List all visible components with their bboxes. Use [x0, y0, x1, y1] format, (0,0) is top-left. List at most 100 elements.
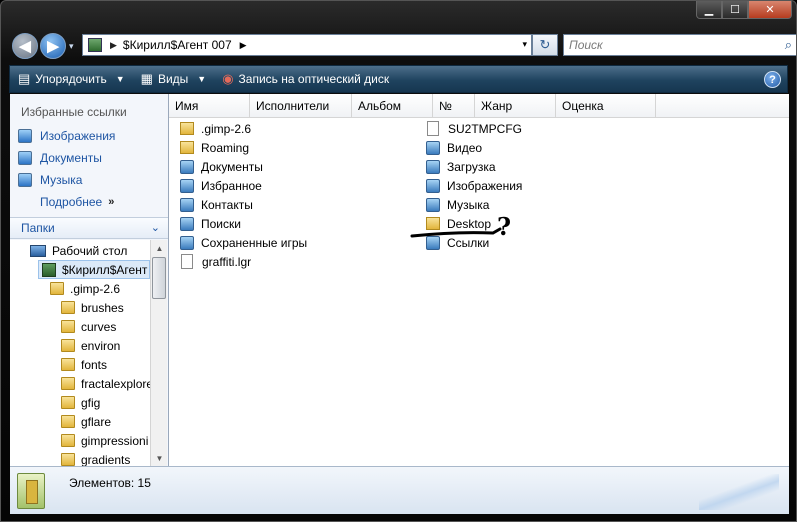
recent-pages-dropdown[interactable]: ▾ — [69, 41, 74, 52]
tree-item-label: gradients — [81, 452, 131, 467]
folder-tree-scrollbar[interactable]: ▲ ▼ — [150, 240, 167, 466]
file-item-desktop-folder[interactable]: Desktop — [426, 214, 491, 233]
file-item-label: graffiti.lgr — [202, 254, 252, 269]
search-input[interactable] — [569, 35, 769, 55]
contacts-icon — [180, 197, 194, 212]
file-item-contacts[interactable]: Контакты — [180, 195, 253, 214]
column-header-album[interactable]: Альбом — [352, 94, 433, 118]
minimize-button[interactable]: ▁ — [696, 1, 722, 19]
explorer-window: ▁ ☐ ✕ ◀ ▶ ▾ ▶ $Кирилл$Агент 007 ▶ ▾ ↻ ⌕ … — [0, 0, 797, 522]
column-header-genre[interactable]: Жанр — [475, 94, 556, 118]
search-icon[interactable]: ⌕ — [785, 37, 792, 53]
tree-item-folder[interactable]: fractalexplore — [61, 374, 150, 393]
scrollbar-thumb[interactable] — [152, 257, 166, 299]
file-item-music[interactable]: Музыка — [426, 195, 489, 214]
user-folder-icon — [88, 38, 102, 52]
file-item-downloads[interactable]: Загрузка — [426, 157, 496, 176]
folder-icon — [61, 358, 75, 371]
file-item-folder[interactable]: .gimp-2.6 — [180, 119, 251, 138]
file-item-videos[interactable]: Видео — [426, 138, 482, 157]
tree-item-folder[interactable]: brushes — [61, 298, 124, 317]
address-bar[interactable]: ▶ $Кирилл$Агент 007 ▶ ▾ — [82, 34, 532, 56]
command-bar: ▤ Упорядочить ▼ ▦ Виды ▼ ◉ Запись на опт… — [9, 65, 788, 93]
column-header-number[interactable]: № — [433, 94, 475, 118]
burn-disc-button[interactable]: ◉ Запись на оптический диск — [214, 66, 397, 92]
folder-icon — [426, 217, 440, 230]
folder-icon — [61, 453, 75, 466]
file-list: Имя Исполнители Альбом № Жанр Оценка .gi… — [169, 94, 789, 466]
file-item-documents[interactable]: Документы — [180, 157, 263, 176]
file-item-label: Контакты — [201, 197, 253, 212]
folder-icon — [61, 339, 75, 352]
forward-button[interactable]: ▶ — [40, 33, 66, 59]
address-separator-icon[interactable]: ▶ — [240, 40, 247, 51]
file-item-document[interactable]: graffiti.lgr — [180, 252, 251, 271]
file-item-label: Документы — [201, 159, 263, 174]
address-separator-icon[interactable]: ▶ — [110, 40, 117, 51]
views-icon: ▦ — [140, 71, 153, 86]
tree-item-label: gfig — [81, 395, 101, 410]
tree-item-folder[interactable]: gradients — [61, 450, 130, 466]
file-icon — [181, 254, 193, 269]
column-header-artists[interactable]: Исполнители — [250, 94, 352, 118]
folder-details-icon — [17, 473, 45, 509]
file-item-saved-games[interactable]: Сохраненные игры — [180, 233, 307, 252]
tree-item-label: fonts — [81, 357, 108, 372]
tree-item-label: environ — [81, 338, 121, 353]
tree-item-folder[interactable]: gfig — [61, 393, 100, 412]
back-button[interactable]: ◀ — [12, 33, 38, 59]
status-bar: Элементов: 15 — [10, 466, 789, 514]
scroll-up-icon[interactable]: ▲ — [151, 240, 168, 256]
folder-icon — [61, 396, 75, 409]
tree-item-folder[interactable]: .gimp-2.6 — [50, 279, 120, 298]
views-button[interactable]: ▦ Виды ▼ — [133, 66, 215, 92]
tree-item-user-folder[interactable]: $Кирилл$Агент — [38, 260, 150, 279]
tree-item-label: .gimp-2.6 — [70, 281, 121, 296]
scroll-down-icon[interactable]: ▼ — [151, 450, 168, 466]
folder-tree: Рабочий стол $Кирилл$Агент .gimp-2.6 bru… — [10, 240, 150, 466]
folders-header[interactable]: Папки ⌄ — [10, 217, 168, 239]
tree-item-folder[interactable]: curves — [61, 317, 116, 336]
tree-item-label: gimpressioni — [81, 433, 149, 448]
favorite-link-music[interactable]: Музыка — [18, 173, 82, 187]
file-item-links[interactable]: Ссылки — [426, 233, 489, 252]
items-count: Элементов: 15 — [69, 476, 151, 490]
file-item-pictures[interactable]: Изображения — [426, 176, 522, 195]
file-item-document[interactable]: SU2TMPCFG — [426, 119, 522, 138]
double-chevron-icon: » — [108, 196, 115, 208]
help-button[interactable]: ? — [764, 71, 781, 88]
tree-item-folder[interactable]: gimpressioni — [61, 431, 148, 450]
file-item-label: Поиски — [201, 216, 241, 231]
maximize-button[interactable]: ☐ — [722, 1, 748, 19]
column-header-name[interactable]: Имя — [169, 94, 250, 118]
tree-item-folder[interactable]: fonts — [61, 355, 107, 374]
tree-item-folder[interactable]: gflare — [61, 412, 111, 431]
file-item-searches[interactable]: Поиски — [180, 214, 241, 233]
address-dropdown-icon[interactable]: ▾ — [522, 39, 527, 50]
file-item-label: .gimp-2.6 — [201, 121, 252, 136]
views-label: Виды — [157, 72, 189, 86]
folder-icon — [61, 415, 75, 428]
tree-item-desktop[interactable]: Рабочий стол — [30, 241, 127, 260]
favorite-link-pictures[interactable]: Изображения — [18, 129, 115, 143]
music-icon — [426, 197, 440, 212]
address-path[interactable]: $Кирилл$Агент 007 — [123, 38, 232, 52]
file-item-favorites[interactable]: Избранное — [180, 176, 262, 195]
caption-buttons: ▁ ☐ ✕ — [696, 1, 792, 19]
column-header-rating[interactable]: Оценка — [556, 94, 656, 118]
links-icon — [426, 235, 440, 250]
tree-item-folder[interactable]: environ — [61, 336, 120, 355]
search-box[interactable]: ⌕ — [563, 34, 796, 56]
file-item-label: Музыка — [447, 197, 490, 212]
file-item-label: Изображения — [447, 178, 523, 193]
tree-item-label: curves — [81, 319, 117, 334]
file-item-folder[interactable]: Roaming — [180, 138, 249, 157]
more-links[interactable]: Подробнее » — [40, 195, 114, 209]
favorite-link-documents[interactable]: Документы — [18, 151, 102, 165]
refresh-button[interactable]: ↻ — [532, 34, 558, 56]
tree-item-label: $Кирилл$Агент — [62, 262, 148, 277]
file-item-label: SU2TMPCFG — [448, 121, 523, 136]
folder-icon — [50, 282, 64, 295]
close-button[interactable]: ✕ — [748, 1, 792, 19]
organize-button[interactable]: ▤ Упорядочить ▼ — [10, 66, 133, 92]
